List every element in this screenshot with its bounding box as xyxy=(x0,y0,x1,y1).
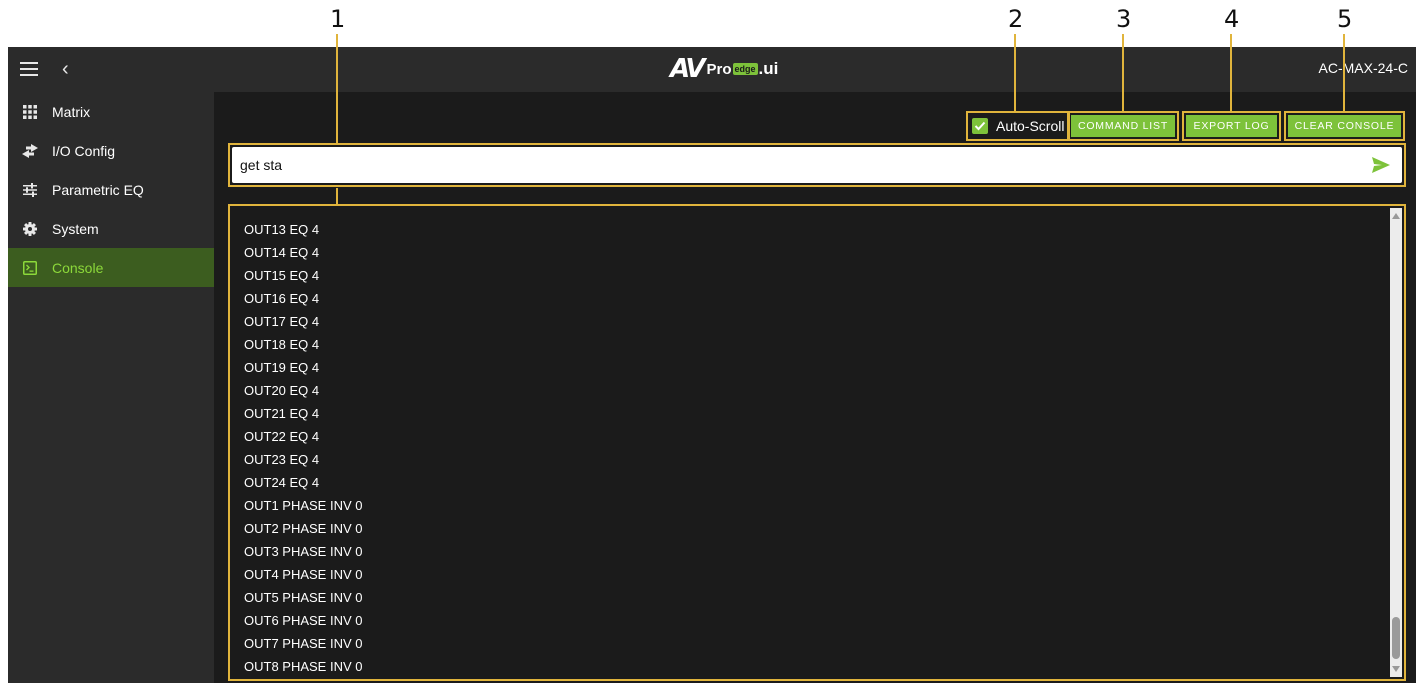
console-line: OUT18 EQ 4 xyxy=(244,337,320,352)
sidebar-item-console[interactable]: Console xyxy=(8,248,214,287)
callout-line-3 xyxy=(1122,34,1124,112)
grid-icon xyxy=(8,104,52,119)
sidebar-item-label: System xyxy=(52,220,99,237)
callout-line-4 xyxy=(1230,34,1232,112)
console-line: OUT21 EQ 4 xyxy=(244,406,320,421)
app-logo: AV Pro edge .ui xyxy=(670,54,778,84)
scroll-down-arrow-icon[interactable] xyxy=(1392,666,1400,672)
export-log-button[interactable]: EXPORT LOG xyxy=(1186,115,1277,137)
callout-number-5: 5 xyxy=(1337,5,1353,33)
swap-arrows-icon xyxy=(8,143,52,158)
send-icon[interactable] xyxy=(1372,157,1390,178)
console-line: OUT3 PHASE INV 0 xyxy=(244,544,363,559)
sidebar-item-system[interactable]: System xyxy=(8,209,214,248)
console-line: OUT13 EQ 4 xyxy=(244,222,320,237)
clear-console-button-frame: CLEAR CONSOLE xyxy=(1284,111,1405,141)
sidebar-item-label: Console xyxy=(52,259,104,276)
console-line: OUT4 PHASE INV 0 xyxy=(244,567,363,582)
logo-pro: Pro xyxy=(706,60,732,78)
auto-scroll-label: Auto-Scroll xyxy=(996,118,1065,134)
console-line: OUT7 PHASE INV 0 xyxy=(244,636,363,651)
console-line: OUT20 EQ 4 xyxy=(244,383,320,398)
console-line: OUT23 EQ 4 xyxy=(244,452,320,467)
console-line: OUT16 EQ 4 xyxy=(244,291,320,306)
callout-line-1 xyxy=(336,34,338,144)
console-line: OUT19 EQ 4 xyxy=(244,360,320,375)
sidebar-item-label: I/O Config xyxy=(52,142,116,159)
sidebar-item-parametric-eq[interactable]: Parametric EQ xyxy=(8,170,214,209)
scroll-up-arrow-icon[interactable] xyxy=(1392,213,1400,219)
console-line: OUT2 PHASE INV 0 xyxy=(244,521,363,536)
callout-line-1b xyxy=(336,188,338,206)
sliders-icon xyxy=(8,182,52,197)
hamburger-menu-icon[interactable] xyxy=(20,60,38,78)
terminal-icon xyxy=(8,260,52,275)
export-log-button-frame: EXPORT LOG xyxy=(1182,111,1281,141)
console-line: OUT6 PHASE INV 0 xyxy=(244,613,363,628)
device-name: AC-MAX-24-C xyxy=(1318,60,1408,76)
console-line: OUT15 EQ 4 xyxy=(244,268,320,283)
gear-icon xyxy=(8,221,52,236)
command-input[interactable] xyxy=(232,147,1402,183)
logo-av: AV xyxy=(670,54,706,84)
callout-number-1: 1 xyxy=(330,5,346,33)
console-line: OUT14 EQ 4 xyxy=(244,245,320,260)
sidebar-item-matrix[interactable]: Matrix xyxy=(8,92,214,131)
callout-number-2: 2 xyxy=(1008,5,1024,33)
console-line: OUT22 EQ 4 xyxy=(244,429,320,444)
sidebar-item-io-config[interactable]: I/O Config xyxy=(8,131,214,170)
callout-line-2 xyxy=(1014,34,1016,112)
console-scrollbar[interactable] xyxy=(1390,208,1402,677)
sidebar: Matrix I/O Config Parametric EQ System C… xyxy=(8,92,214,683)
command-list-button[interactable]: COMMAND LIST xyxy=(1071,115,1175,137)
callout-line-5 xyxy=(1343,34,1345,112)
console-line: OUT1 PHASE INV 0 xyxy=(244,498,363,513)
command-input-frame xyxy=(228,143,1406,187)
clear-console-button[interactable]: CLEAR CONSOLE xyxy=(1288,115,1401,137)
callout-number-3: 3 xyxy=(1116,5,1132,33)
console-lines: OUT13 EQ 4 OUT14 EQ 4 OUT15 EQ 4 OUT16 EQ 4… xyxy=(244,218,362,678)
console-output[interactable]: OUT13 EQ 4 OUT14 EQ 4 OUT15 EQ 4 OUT16 EQ 4… xyxy=(228,204,1406,681)
logo-ui: .ui xyxy=(758,59,779,78)
console-line: OUT8 PHASE INV 0 xyxy=(244,659,363,674)
chevron-left-icon[interactable]: ‹ xyxy=(62,57,69,81)
callout-number-4: 4 xyxy=(1224,5,1240,33)
command-list-button-frame: COMMAND LIST xyxy=(1067,111,1179,141)
sidebar-item-label: Parametric EQ xyxy=(52,181,144,198)
top-bar: ‹ AV Pro edge .ui AC-MAX-24-C xyxy=(8,47,1416,92)
logo-edge: edge xyxy=(732,63,758,75)
scroll-thumb[interactable] xyxy=(1392,617,1400,659)
console-line: OUT17 EQ 4 xyxy=(244,314,320,329)
console-line: OUT24 EQ 4 xyxy=(244,475,320,490)
sidebar-item-label: Matrix xyxy=(52,103,91,120)
console-panel: Auto-Scroll COMMAND LIST EXPORT LOG CLEA… xyxy=(214,92,1416,683)
auto-scroll-toggle[interactable]: Auto-Scroll xyxy=(966,111,1071,141)
auto-scroll-checkbox[interactable] xyxy=(972,118,988,134)
console-line: OUT5 PHASE INV 0 xyxy=(244,590,363,605)
checkmark-icon xyxy=(974,121,986,131)
